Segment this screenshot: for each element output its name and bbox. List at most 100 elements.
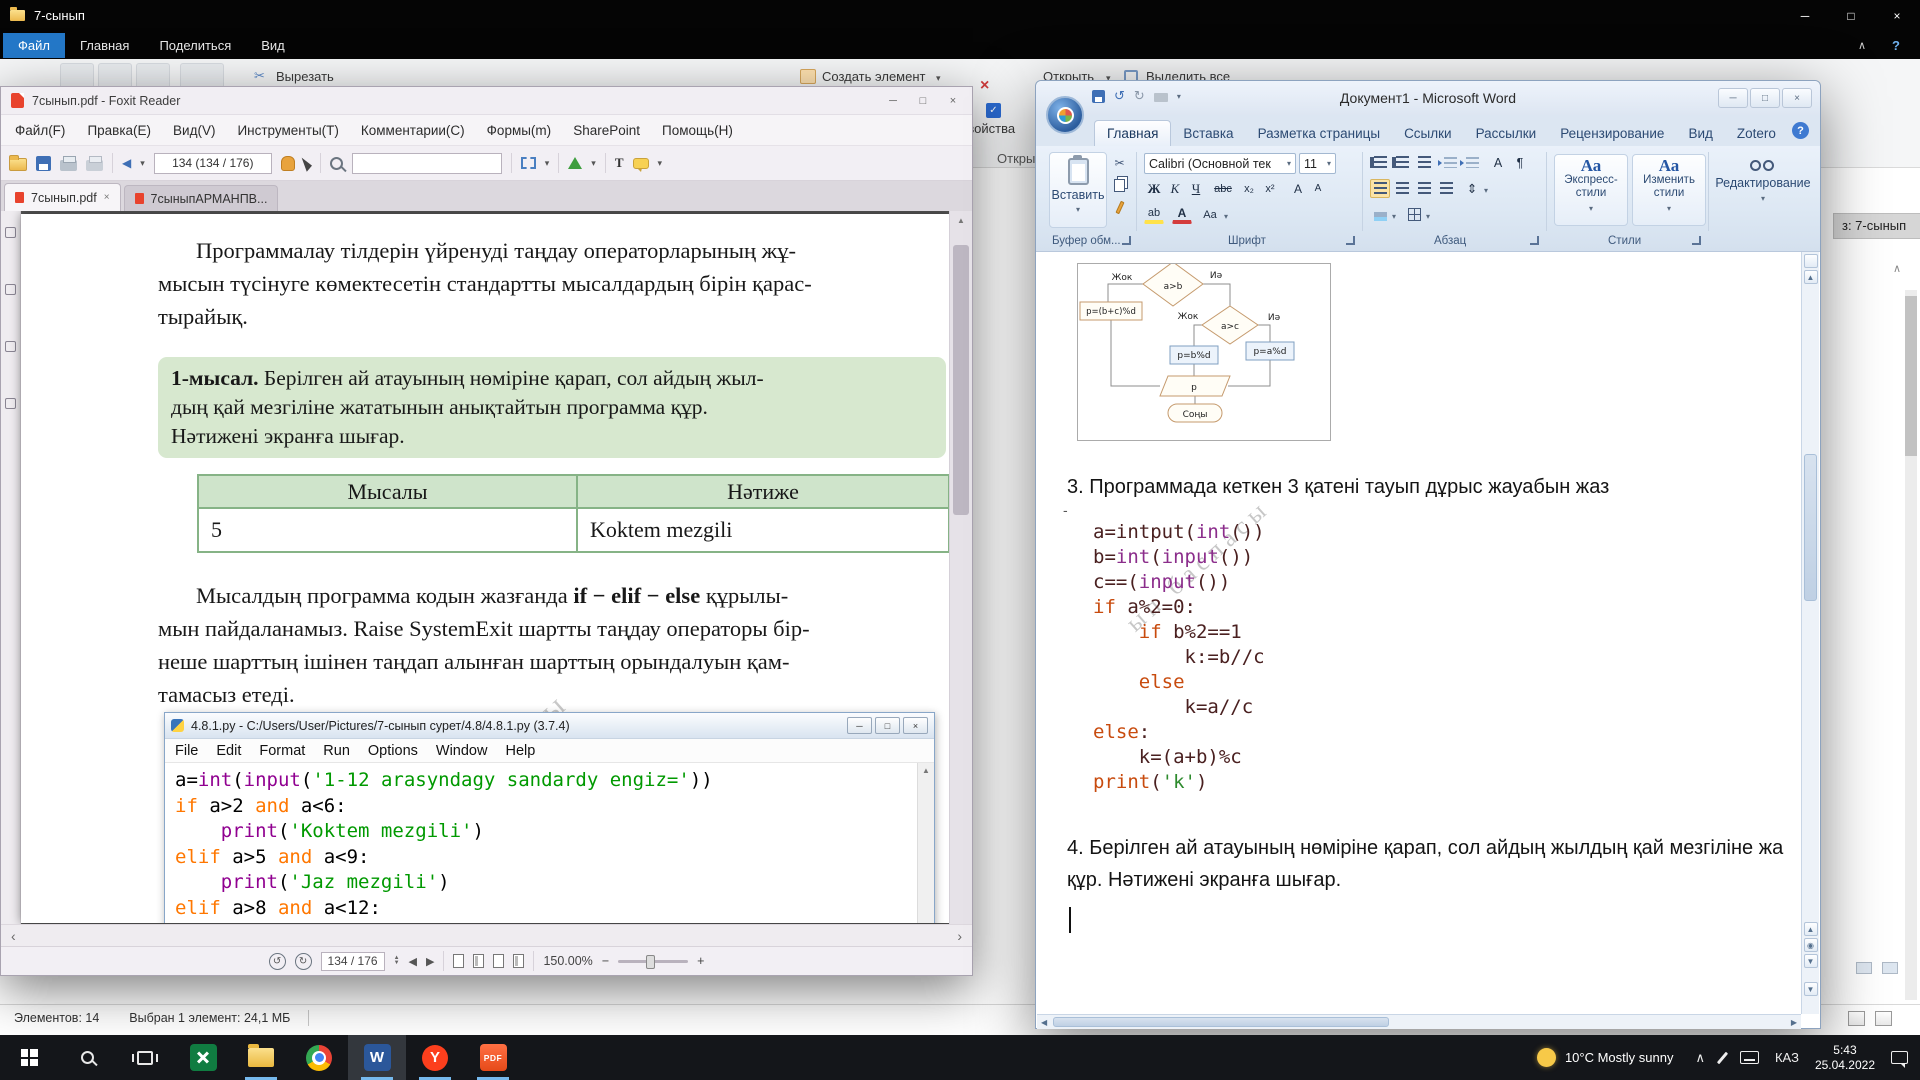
ruler-toggle-icon[interactable] — [1804, 254, 1818, 268]
increase-indent-button[interactable] — [1462, 153, 1482, 172]
tab-view[interactable]: Вид — [246, 33, 300, 58]
document-tab-active[interactable]: 7сынып.pdf × — [4, 183, 121, 211]
help-icon[interactable]: ? — [1892, 38, 1900, 53]
taskbar-foxit[interactable]: PDF — [464, 1035, 522, 1080]
next-view-icon[interactable]: ↻ — [295, 953, 312, 970]
scrollbar-thumb[interactable] — [1804, 454, 1817, 601]
menu-item[interactable]: Файл(F) — [15, 123, 65, 138]
thumbnails-view-button[interactable] — [1875, 1011, 1892, 1026]
tray-expand-icon[interactable]: ∧ — [1695, 1050, 1705, 1066]
details-view-button[interactable] — [1848, 1011, 1865, 1026]
menu-item[interactable]: Правка(E) — [87, 123, 151, 138]
grow-font-button[interactable]: А — [1288, 179, 1308, 198]
maximize-button[interactable]: □ — [1828, 0, 1874, 31]
tab-home[interactable]: Главная — [65, 33, 144, 58]
align-right-button[interactable] — [1414, 179, 1434, 198]
office-button[interactable] — [1046, 96, 1084, 134]
new-item-button[interactable]: Создать элемент — [822, 69, 925, 84]
highlight-color-button[interactable]: ab — [1144, 205, 1164, 224]
scrollbar-thumb[interactable] — [1053, 1017, 1389, 1027]
ribbon-tab[interactable]: Zotero — [1725, 121, 1788, 146]
scroll-left-icon[interactable]: ◀ — [1041, 1018, 1047, 1027]
quick-styles-button[interactable]: Аа Экспресс-стили ▾ — [1554, 154, 1628, 226]
close-button[interactable]: × — [1782, 88, 1812, 108]
view-icon[interactable] — [1882, 962, 1898, 974]
zoom-in-icon[interactable]: + — [697, 954, 704, 968]
page-stepper[interactable]: ▲▼ — [394, 956, 400, 966]
change-styles-button[interactable]: Аа Изменить стили ▾ — [1632, 154, 1706, 226]
taskbar-explorer[interactable] — [232, 1035, 290, 1080]
help-icon[interactable]: ? — [1792, 122, 1809, 139]
document-tab[interactable]: 7сыныпАРМАНПВ... — [124, 185, 279, 211]
scroll-up-icon[interactable]: ▲ — [1804, 270, 1818, 284]
facing-view-icon[interactable] — [493, 954, 504, 968]
bold-button[interactable]: Ж — [1144, 179, 1164, 198]
superscript-button[interactable]: x² — [1260, 179, 1280, 198]
zoom-out-icon[interactable]: − — [602, 954, 609, 968]
print-icon[interactable] — [1154, 93, 1168, 102]
align-left-button[interactable] — [1370, 179, 1390, 198]
change-case-button[interactable]: Aa — [1200, 205, 1220, 224]
menu-item[interactable]: SharePoint — [573, 123, 640, 138]
menu-item[interactable]: Вид(V) — [173, 123, 215, 138]
hand-tool-icon[interactable] — [281, 156, 295, 171]
next-page-button[interactable]: ▼ — [1804, 954, 1818, 968]
italic-button[interactable]: К — [1165, 179, 1185, 198]
chevron-down-icon[interactable]: ▾ — [1177, 92, 1181, 101]
save-icon[interactable] — [36, 156, 51, 171]
underline-button[interactable]: Ч — [1186, 179, 1206, 198]
ribbon-collapse-icon[interactable]: ∧ — [1858, 39, 1866, 52]
cut-button[interactable]: ✂ — [1110, 154, 1129, 172]
comments-panel-icon[interactable] — [5, 398, 16, 409]
word-horizontal-scrollbar[interactable]: ◀ ▶ — [1037, 1014, 1801, 1029]
word-document[interactable]: ып баспасы — [1037, 252, 1801, 1014]
task-view-button[interactable] — [116, 1035, 174, 1080]
menu-item[interactable]: Инструменты(Т) — [237, 123, 338, 138]
previous-page-icon[interactable]: ◀ — [409, 955, 417, 968]
select-tool-icon[interactable] — [301, 155, 313, 171]
previous-view-icon[interactable]: ↺ — [269, 953, 286, 970]
weather-widget[interactable]: 10°C Mostly sunny — [1531, 1048, 1680, 1067]
paste-button[interactable]: Вставить ▾ — [1049, 152, 1107, 228]
foxit-vertical-scrollbar[interactable]: ▲ — [949, 211, 972, 924]
bookmarks-panel-icon[interactable] — [5, 227, 16, 238]
view-icon[interactable] — [1856, 962, 1872, 974]
continuous-view-icon[interactable] — [473, 954, 484, 968]
bullets-button[interactable] — [1370, 153, 1390, 172]
next-page-icon[interactable]: ▶ — [426, 955, 434, 968]
search-icon[interactable] — [330, 157, 343, 170]
taskbar-chrome[interactable] — [290, 1035, 348, 1080]
sort-button[interactable]: А — [1488, 153, 1508, 172]
save-icon[interactable] — [1092, 90, 1105, 103]
justify-button[interactable] — [1436, 179, 1456, 198]
redo-icon[interactable]: ↻ — [1134, 88, 1145, 104]
select-browse-object-button[interactable]: ◉ — [1804, 938, 1818, 952]
minimize-button[interactable]: ─ — [878, 89, 908, 113]
multilevel-list-button[interactable] — [1414, 153, 1434, 172]
print-icon[interactable] — [60, 160, 77, 171]
flowchart-image[interactable]: Жок Иә a>b p=(b+c)%d Жок Иә a>c p=b%d p=… — [1077, 263, 1331, 441]
undo-icon[interactable]: ↺ — [1114, 88, 1125, 104]
dialog-launcher-icon[interactable] — [1122, 236, 1131, 245]
ribbon-tab[interactable]: Рассылки — [1464, 121, 1549, 146]
font-name-select[interactable]: Calibri (Основной тек ▾ — [1144, 153, 1296, 174]
shrink-font-button[interactable]: А — [1308, 179, 1328, 198]
tab-share[interactable]: Поделиться — [144, 33, 246, 58]
word-vertical-scrollbar[interactable]: ▲ ▲ ◉ ▼ ▼ — [1801, 252, 1819, 1014]
ribbon-tab[interactable]: Разметка страницы — [1246, 121, 1392, 146]
decrease-indent-button[interactable] — [1440, 153, 1460, 172]
search-input[interactable] — [352, 153, 502, 174]
cut-button[interactable]: Вырезать — [276, 69, 334, 84]
ribbon-tab[interactable]: Рецензирование — [1548, 121, 1676, 146]
editing-group-button[interactable]: Редактирование ▾ — [1724, 154, 1802, 226]
scroll-left-icon[interactable]: ‹ — [11, 928, 16, 944]
start-button[interactable] — [0, 1035, 58, 1080]
delete-icon[interactable]: × — [980, 77, 989, 95]
maximize-button[interactable]: □ — [908, 89, 938, 113]
taskbar-word[interactable]: W — [348, 1035, 406, 1080]
numbering-button[interactable] — [1392, 153, 1412, 172]
zoom-slider[interactable] — [618, 960, 688, 963]
close-button[interactable]: × — [1874, 0, 1920, 31]
taskbar-yandex[interactable]: Y — [406, 1035, 464, 1080]
page-number-field[interactable]: 134 (134 / 176) — [154, 153, 272, 174]
